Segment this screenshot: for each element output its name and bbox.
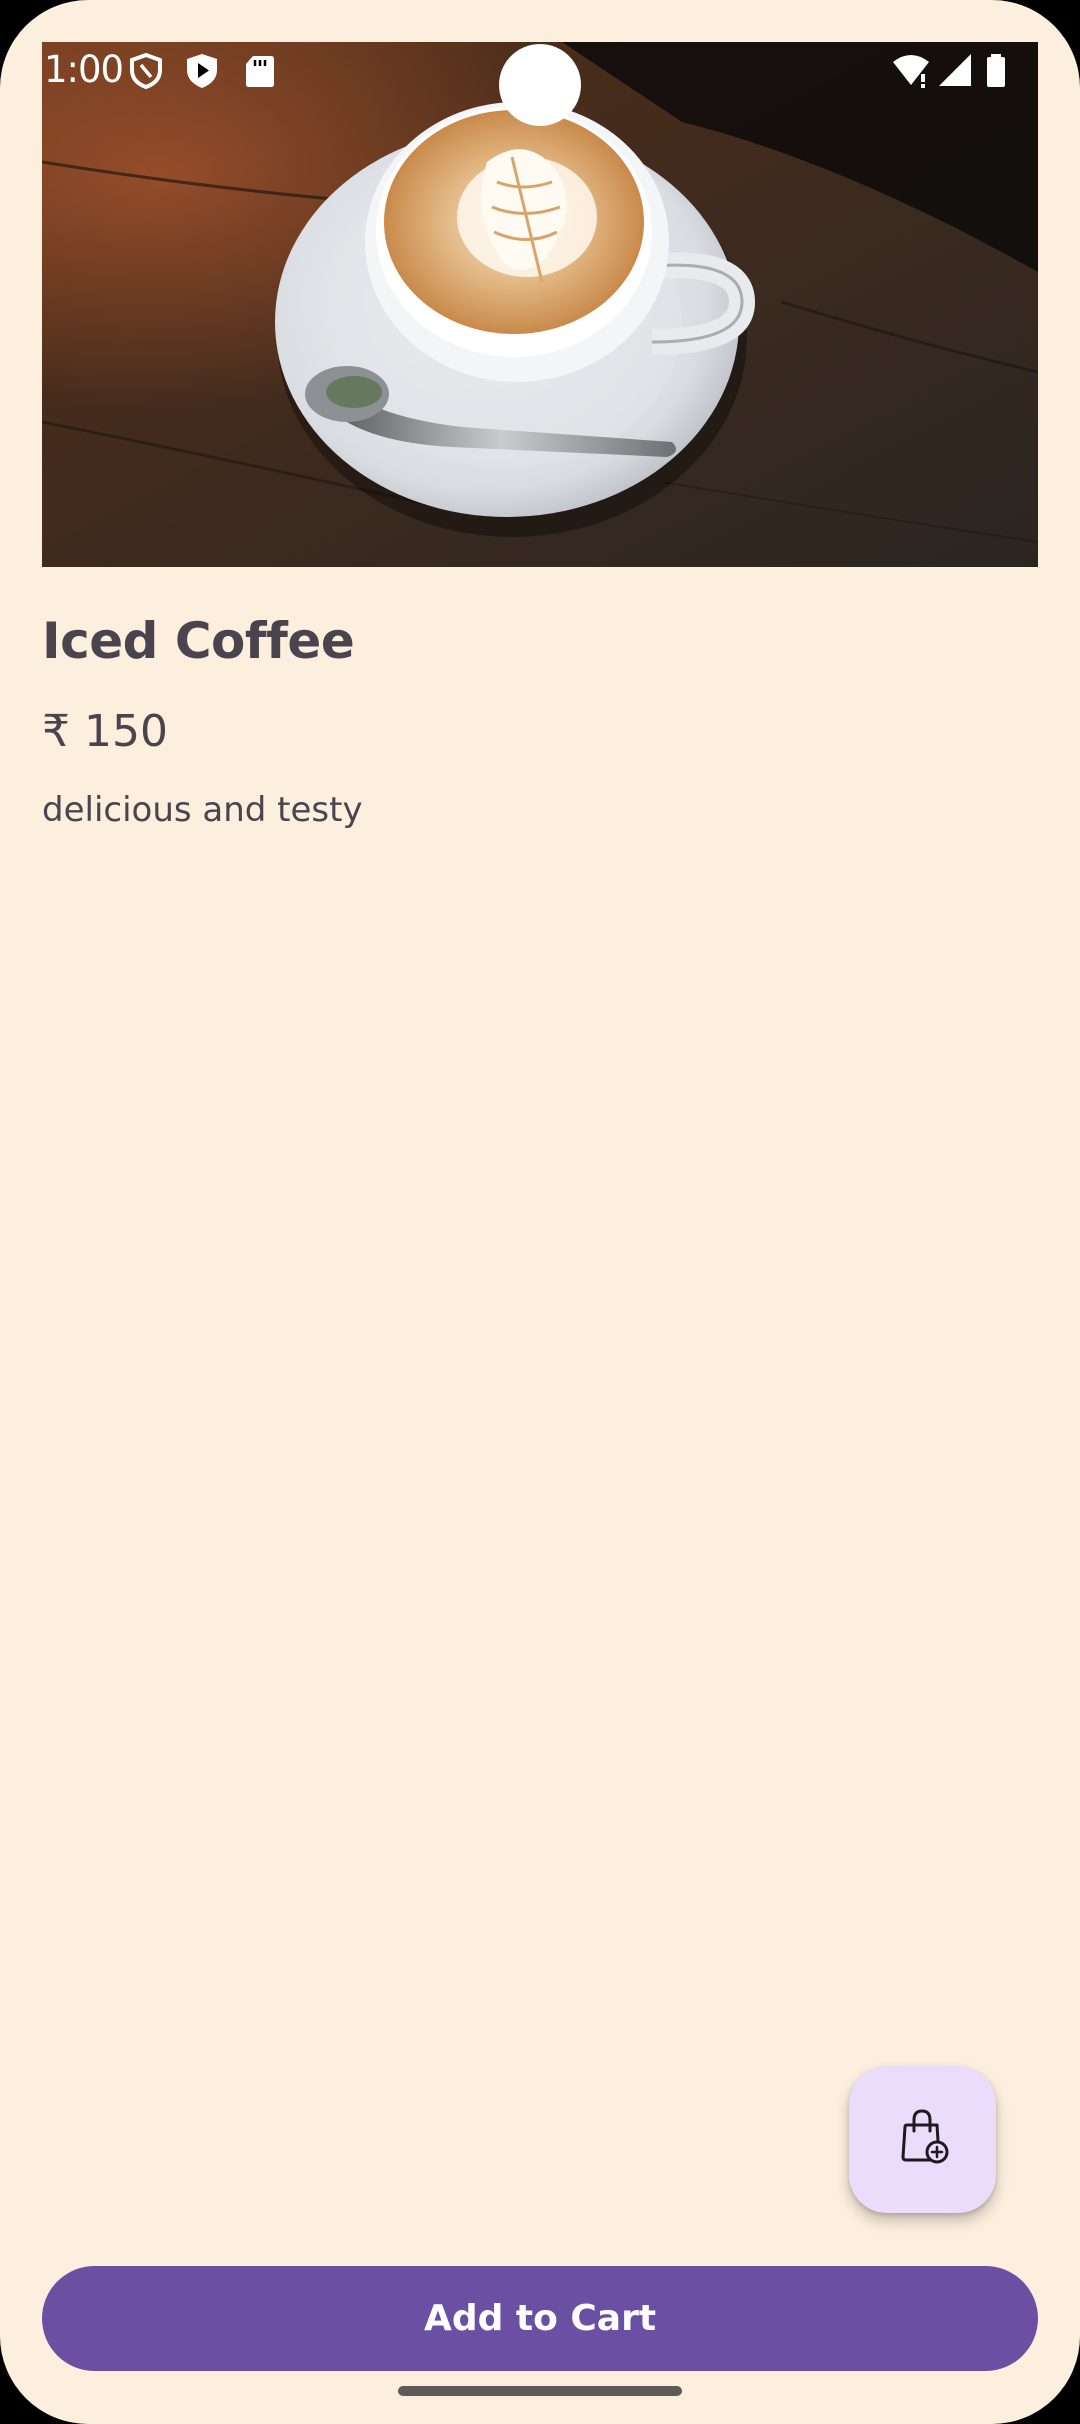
product-price: ₹ 150: [42, 706, 168, 757]
product-name: Iced Coffee: [42, 612, 355, 670]
add-to-bag-fab[interactable]: [849, 2066, 996, 2213]
product-detail-screen: 1:00 Iced Coffee ₹ 150 delicious and tes…: [0, 0, 1080, 2424]
shopping-bag-add-icon: [893, 2107, 953, 2172]
battery-icon: [984, 52, 1008, 90]
signal-icon: [935, 52, 975, 90]
product-description: delicious and testy: [42, 790, 363, 830]
home-indicator[interactable]: [398, 2386, 682, 2396]
play-shield-icon: [184, 52, 220, 90]
camera-cutout: [499, 44, 581, 126]
sd-card-icon: [242, 52, 278, 90]
add-to-cart-button[interactable]: Add to Cart: [42, 2266, 1038, 2371]
status-time: 1:00: [44, 48, 124, 91]
wifi-icon: [891, 52, 931, 90]
shield-outline-icon: [128, 52, 164, 90]
